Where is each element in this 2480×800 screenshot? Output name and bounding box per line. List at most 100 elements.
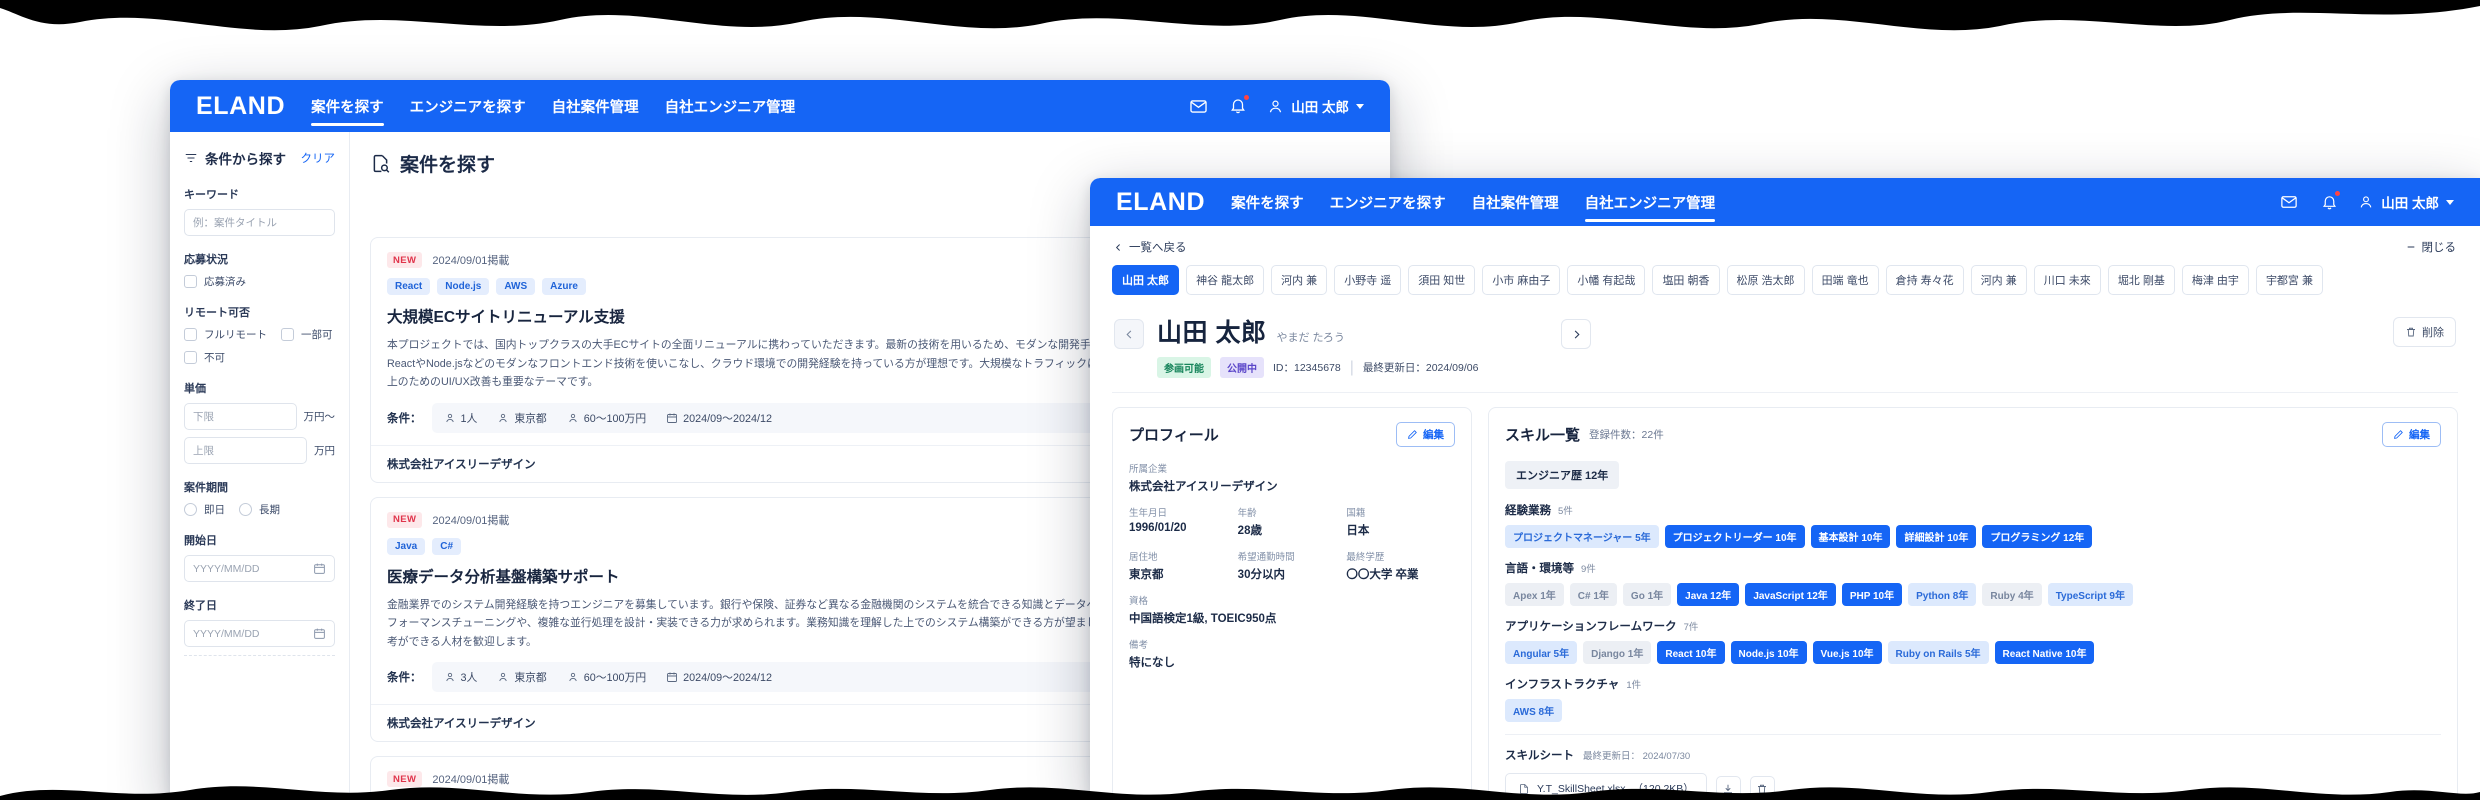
nav-item-project-search[interactable]: 案件を探す <box>311 80 384 132</box>
skill-tag: 基本設計 10年 <box>1810 525 1891 548</box>
skill-tag: Node.js 10年 <box>1730 641 1807 664</box>
radio-long-term[interactable]: 長期 <box>239 502 280 517</box>
bell-icon[interactable] <box>1227 94 1251 117</box>
condition-headcount: 3人 <box>444 669 478 685</box>
start-date-label: 開始日 <box>184 535 217 547</box>
checkbox-no-remote[interactable]: 不可 <box>184 350 225 365</box>
edit-profile-button[interactable]: 編集 <box>1396 422 1455 447</box>
chevron-down-icon <box>2446 199 2454 205</box>
engineer-tab-9[interactable]: 田端 竜也 <box>1811 265 1879 295</box>
engineer-tab-1[interactable]: 神谷 龍太郎 <box>1186 265 1265 295</box>
engineer-tab-7[interactable]: 塩田 朝香 <box>1652 265 1720 295</box>
engineer-tab-5[interactable]: 小市 麻由子 <box>1482 265 1561 295</box>
edit-skills-button[interactable]: 編集 <box>2382 422 2441 447</box>
field-label: 希望通勤時間 <box>1237 552 1295 563</box>
checkbox-box <box>184 328 197 341</box>
brand-logo[interactable]: ELAND <box>196 92 285 121</box>
nav-item-own-projects[interactable]: 自社案件管理 <box>1472 178 1559 228</box>
engineer-tab-15[interactable]: 宇都宮 兼 <box>2255 265 2323 295</box>
checkbox-label: フルリモート <box>204 329 267 341</box>
profile-panel: プロフィール 編集 所属企業 株式会社アイスリーデザイン 生年月日 1996/0… <box>1112 407 1472 800</box>
nav-item-own-projects[interactable]: 自社案件管理 <box>552 80 639 132</box>
skill-group-experience: 経験業務 5件 プロジェクトマネージャー 5年 プロジェクトリーダー 10年 基… <box>1505 502 2441 548</box>
delete-engineer-button[interactable]: 削除 <box>2393 317 2456 347</box>
skill-tag: プロジェクトリーダー 10年 <box>1664 525 1805 548</box>
status-badge-public: 公開中 <box>1220 357 1264 378</box>
skills-panel-header: スキル一覧 登録件数：22件 編集 <box>1505 422 2441 447</box>
mail-icon[interactable] <box>2278 191 2300 213</box>
nav-item-own-engineers[interactable]: 自社エンジニア管理 <box>1584 178 1715 228</box>
user-name-label: 山田 太郎 <box>1291 100 1349 115</box>
engineer-tab-8[interactable]: 松原 浩太郎 <box>1726 265 1805 295</box>
start-date-input[interactable]: YYYY/MM/DD <box>184 555 335 582</box>
skill-group-title: アプリケーションフレームワーク <box>1505 621 1677 633</box>
trash-icon[interactable] <box>1749 776 1775 800</box>
detail-panels: プロフィール 編集 所属企業 株式会社アイスリーデザイン 生年月日 1996/0… <box>1112 393 2458 800</box>
checkbox-label: 一部可 <box>301 329 333 341</box>
filter-group-remote: リモート可否 フルリモート 一部可 不可 <box>184 304 335 365</box>
engineer-tab-14[interactable]: 梅津 由宇 <box>2181 265 2249 295</box>
notification-dot <box>1243 94 1251 101</box>
new-badge: NEW <box>387 771 423 788</box>
skillsheet-file[interactable]: Y.T_SkillSheet.xlsx （120.2KB） <box>1505 773 1707 800</box>
engineer-tab-10[interactable]: 倉持 寿々花 <box>1885 265 1964 295</box>
end-date-input[interactable]: YYYY/MM/DD <box>184 620 335 647</box>
page-title: 案件を探す <box>370 150 1368 177</box>
engineer-tab-0[interactable]: 山田 太郎 <box>1112 265 1180 295</box>
remote-label: リモート可否 <box>184 307 250 319</box>
front-window-body: 一覧へ戻る 閉じる 山田 太郎 神谷 龍太郎 河内 兼 小野寺 遥 須田 知世 … <box>1090 226 2480 800</box>
filter-clear-button[interactable]: クリア <box>301 150 336 166</box>
keyword-input[interactable]: 例：案件タイトル <box>184 209 335 236</box>
filter-sidebar: 条件から探す クリア キーワード 例：案件タイトル 応募状況 応募済み リモート… <box>170 132 350 800</box>
end-date-label: 終了日 <box>184 600 217 612</box>
nav-item-engineer-search[interactable]: エンジニアを探す <box>1330 178 1446 228</box>
checkbox-applied[interactable]: 応募済み <box>184 274 246 289</box>
download-icon[interactable] <box>1715 776 1741 800</box>
next-engineer-button[interactable] <box>1561 319 1592 349</box>
radio-immediate[interactable]: 即日 <box>184 502 225 517</box>
field-value: 株式会社アイスリーデザイン <box>1129 481 1278 493</box>
back-to-list-link[interactable]: 一覧へ戻る <box>1114 239 1187 255</box>
condition-text: 3人 <box>460 672 478 685</box>
field-value: 1996/01/20 <box>1129 522 1187 534</box>
skill-tag: Angular 5年 <box>1505 641 1578 664</box>
field-value: 東京都 <box>1129 569 1164 581</box>
posted-date: 2024/09/01掲載 <box>432 255 510 267</box>
nav-item-own-engineers[interactable]: 自社エンジニア管理 <box>665 80 796 132</box>
condition-text: 1人 <box>460 412 478 425</box>
filter-title: 条件から探す <box>205 152 286 167</box>
checkbox-full-remote[interactable]: フルリモート <box>184 327 267 342</box>
profile-row-2: 居住地 東京都 希望通勤時間 30分以内 最終学歴 〇〇大学 卒業 <box>1129 549 1455 582</box>
nav-item-project-search[interactable]: 案件を探す <box>1231 178 1304 228</box>
engineer-tab-4[interactable]: 須田 知世 <box>1408 265 1476 295</box>
previous-engineer-button[interactable] <box>1114 319 1144 349</box>
skill-tag: AWS <box>496 278 536 295</box>
profile-field-remarks: 備考 特になし <box>1129 637 1455 670</box>
conditions-label: 条件： <box>387 412 422 425</box>
notification-dot <box>2334 190 2342 197</box>
field-label: 年齢 <box>1237 508 1257 519</box>
filter-icon <box>185 153 197 163</box>
engineer-tab-11[interactable]: 河内 兼 <box>1970 265 2027 295</box>
bell-icon[interactable] <box>2318 190 2342 213</box>
user-menu[interactable]: 山田 太郎 <box>2358 192 2454 212</box>
engineer-tab-13[interactable]: 堀北 剛基 <box>2107 265 2175 295</box>
skillsheet-filename: Y.T_SkillSheet.xlsx <box>1537 782 1626 795</box>
engineer-tab-12[interactable]: 川口 未來 <box>2033 265 2101 295</box>
price-max-input[interactable]: 上限 <box>184 437 307 464</box>
price-min-input[interactable]: 下限 <box>184 403 297 430</box>
meta-divider: | <box>1349 358 1354 376</box>
checkbox-partial-remote[interactable]: 一部可 <box>281 327 333 342</box>
engineer-tab-3[interactable]: 小野寺 遥 <box>1334 265 1402 295</box>
nav-item-engineer-search[interactable]: エンジニアを探す <box>410 80 526 132</box>
engineer-tab-6[interactable]: 小幡 有起哉 <box>1567 265 1646 295</box>
close-panel-button[interactable]: 閉じる <box>2406 239 2456 255</box>
conditions-label: 条件： <box>387 672 422 685</box>
user-menu[interactable]: 山田 太郎 <box>1267 96 1364 116</box>
back-to-list-label: 一覧へ戻る <box>1129 242 1187 254</box>
user-icon <box>1270 100 1282 112</box>
engineer-tab-2[interactable]: 河内 兼 <box>1271 265 1328 295</box>
mail-icon[interactable] <box>1187 95 1209 117</box>
calendar-icon <box>667 413 678 423</box>
brand-logo[interactable]: ELAND <box>1116 188 1205 217</box>
